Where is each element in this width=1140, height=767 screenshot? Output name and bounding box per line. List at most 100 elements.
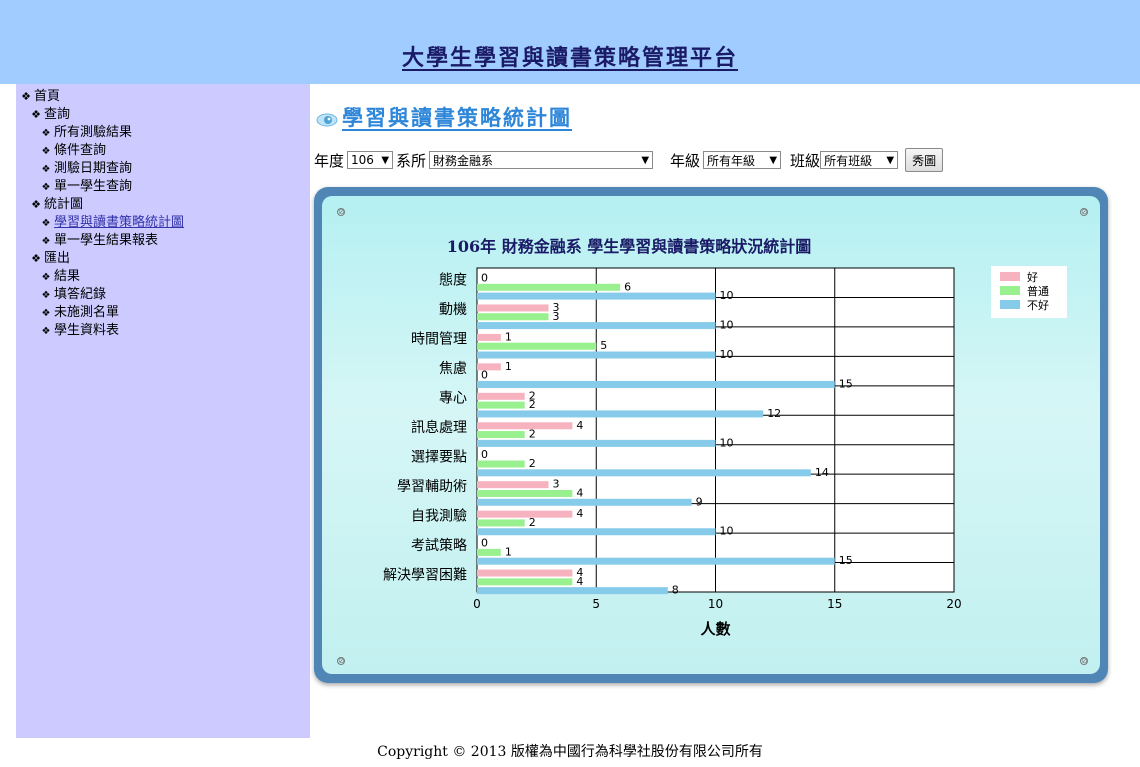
legend-swatch xyxy=(1000,272,1020,281)
sidebar-item[interactable]: ❖ 首頁 xyxy=(16,84,310,106)
class-select[interactable]: 所有班級 ▼ xyxy=(820,151,899,169)
data-label: 4 xyxy=(576,486,583,499)
y-category-label: 專心 xyxy=(439,391,467,407)
bar xyxy=(477,548,501,556)
x-tick-label: 10 xyxy=(708,597,723,611)
bar xyxy=(477,422,573,430)
dept-select[interactable]: 財務金融系 ▼ xyxy=(429,151,654,169)
y-category-label: 態度 xyxy=(439,273,467,289)
data-label: 1 xyxy=(505,360,512,373)
diamond-bullet-icon: ❖ xyxy=(41,164,51,175)
y-category-label: 訊息處理 xyxy=(411,419,467,436)
dropdown-arrow-icon: ▼ xyxy=(381,154,390,166)
y-category-label: 動機 xyxy=(439,302,467,318)
x-tick-label: 20 xyxy=(946,597,961,611)
diamond-bullet-icon: ❖ xyxy=(41,290,51,301)
data-label: 8 xyxy=(672,584,679,597)
bar xyxy=(477,292,716,300)
data-label: 10 xyxy=(720,436,734,449)
bar xyxy=(477,557,835,565)
sidebar-item[interactable]: ❖ 填答紀錄 xyxy=(16,286,310,304)
data-label: 2 xyxy=(529,428,536,441)
data-label: 15 xyxy=(839,377,853,390)
chart-panel: ⊘ ⊘ ⊘ ⊘ 106年 財務金融系 學生學習與讀書策略狀況統計圖 0 5 10 15 2… xyxy=(322,196,1100,674)
chart-title: 106年 財務金融系 學生學習與讀書策略狀況統計圖 xyxy=(447,237,812,256)
class-select-value: 所有班級 xyxy=(824,153,873,168)
sidebar-item[interactable]: ❖ 學生資料表 xyxy=(16,322,310,340)
data-label: 3 xyxy=(553,310,560,323)
x-tick-label: 0 xyxy=(473,597,481,611)
bar xyxy=(477,410,764,418)
data-label: 2 xyxy=(529,398,536,411)
dept-label: 系所 xyxy=(396,151,427,170)
sidebar-item[interactable]: ❖ 測驗日期查詢 xyxy=(16,160,310,178)
diamond-bullet-icon: ❖ xyxy=(31,198,41,211)
x-axis-label: 人數 xyxy=(700,620,730,638)
y-category-label: 解決學習困難 xyxy=(383,567,467,583)
data-label: 10 xyxy=(720,348,734,361)
page-title-text: 學習與讀書策略統計圖 xyxy=(342,105,572,130)
show-chart-button[interactable]: 秀圖 xyxy=(905,148,944,172)
sidebar-item-label: 統計圖 xyxy=(44,197,84,212)
sidebar-item-label: 所有測驗結果 xyxy=(54,125,133,140)
data-label: 0 xyxy=(481,448,488,461)
data-label: 3 xyxy=(553,478,560,491)
sidebar-item[interactable]: ❖ 統計圖 xyxy=(16,196,310,214)
sidebar: ❖ 首頁 ❖ 查詢 ❖ 所有測驗結果 ❖ 條件查詢 ❖ 測驗日期查詢 ❖ 單一學生查詢 ❖ 統計圖 ❖ 學習與… xyxy=(16,84,310,738)
bar xyxy=(477,519,525,527)
sidebar-item-label[interactable]: 學習與讀書策略統計圖 xyxy=(54,215,184,230)
diamond-bullet-icon: ❖ xyxy=(41,326,51,337)
data-label: 1 xyxy=(505,330,512,343)
sidebar-item[interactable]: ❖ 匯出 xyxy=(16,250,310,268)
chart-frame: ⊘ ⊘ ⊘ ⊘ 106年 財務金融系 學生學習與讀書策略狀況統計圖 0 5 10 15 2… xyxy=(314,187,1108,683)
sidebar-item[interactable]: ❖ 所有測驗結果 xyxy=(16,124,310,142)
diamond-bullet-icon: ❖ xyxy=(41,236,51,247)
y-category-label: 焦慮 xyxy=(439,361,467,377)
sidebar-item[interactable]: ❖ 條件查詢 xyxy=(16,142,310,160)
sidebar-item[interactable]: ❖ 學習與讀書策略統計圖 xyxy=(16,214,310,232)
sidebar-item[interactable]: ❖ 單一學生結果報表 xyxy=(16,232,310,250)
sidebar-item-label: 填答紀錄 xyxy=(54,287,107,302)
sidebar-item-label: 匯出 xyxy=(44,251,71,266)
bar xyxy=(477,283,621,291)
sidebar-menu: ❖ 首頁 ❖ 查詢 ❖ 所有測驗結果 ❖ 條件查詢 ❖ 測驗日期查詢 ❖ 單一學生查詢 ❖ 統計圖 ❖ 學習與… xyxy=(16,84,310,340)
sidebar-item[interactable]: ❖ 未施測名單 xyxy=(16,304,310,322)
sidebar-item-label: 單一學生結果報表 xyxy=(54,233,159,248)
data-label: 10 xyxy=(720,289,734,302)
diamond-bullet-icon: ❖ xyxy=(41,146,51,157)
bar-chart: 106年 財務金融系 學生學習與讀書策略狀況統計圖0 5 10 15 20態度 0610動… xyxy=(383,237,1067,638)
diamond-bullet-icon: ❖ xyxy=(41,218,51,229)
bar xyxy=(477,322,716,330)
grade-select[interactable]: 所有年級 ▼ xyxy=(703,151,782,169)
sidebar-item-label: 首頁 xyxy=(34,89,61,104)
data-label: 1 xyxy=(505,545,512,558)
bar xyxy=(477,401,525,409)
grade-select-value: 所有年級 xyxy=(707,153,756,168)
data-label: 0 xyxy=(481,537,488,550)
sidebar-item[interactable]: ❖ 查詢 xyxy=(16,106,310,124)
bar xyxy=(477,489,573,497)
site-title: 大學生學習與讀書策略管理平台 xyxy=(401,45,738,71)
bar xyxy=(477,481,549,489)
diamond-bullet-icon: ❖ xyxy=(31,252,41,265)
sidebar-item-label: 學生資料表 xyxy=(54,323,120,338)
bar xyxy=(477,333,501,341)
year-select[interactable]: 106 ▼ xyxy=(347,151,394,169)
dept-select-value: 財務金融系 xyxy=(433,153,494,168)
bar xyxy=(477,460,525,468)
class-label: 班級 xyxy=(790,151,821,170)
dropdown-arrow-icon: ▼ xyxy=(769,154,778,166)
data-label: 15 xyxy=(839,554,853,567)
legend-label: 不好 xyxy=(1027,298,1049,312)
data-label: 2 xyxy=(529,457,536,470)
bar xyxy=(477,578,573,586)
data-label: 4 xyxy=(576,507,583,520)
sidebar-item[interactable]: ❖ 結果 xyxy=(16,268,310,286)
sidebar-item-label: 未施測名單 xyxy=(54,305,120,320)
y-category-label: 選擇要點 xyxy=(411,449,467,465)
sidebar-item[interactable]: ❖ 單一學生查詢 xyxy=(16,178,310,196)
bar xyxy=(477,469,811,477)
dropdown-arrow-icon: ▼ xyxy=(641,154,650,166)
bar xyxy=(477,351,716,359)
data-label: 0 xyxy=(481,272,488,285)
